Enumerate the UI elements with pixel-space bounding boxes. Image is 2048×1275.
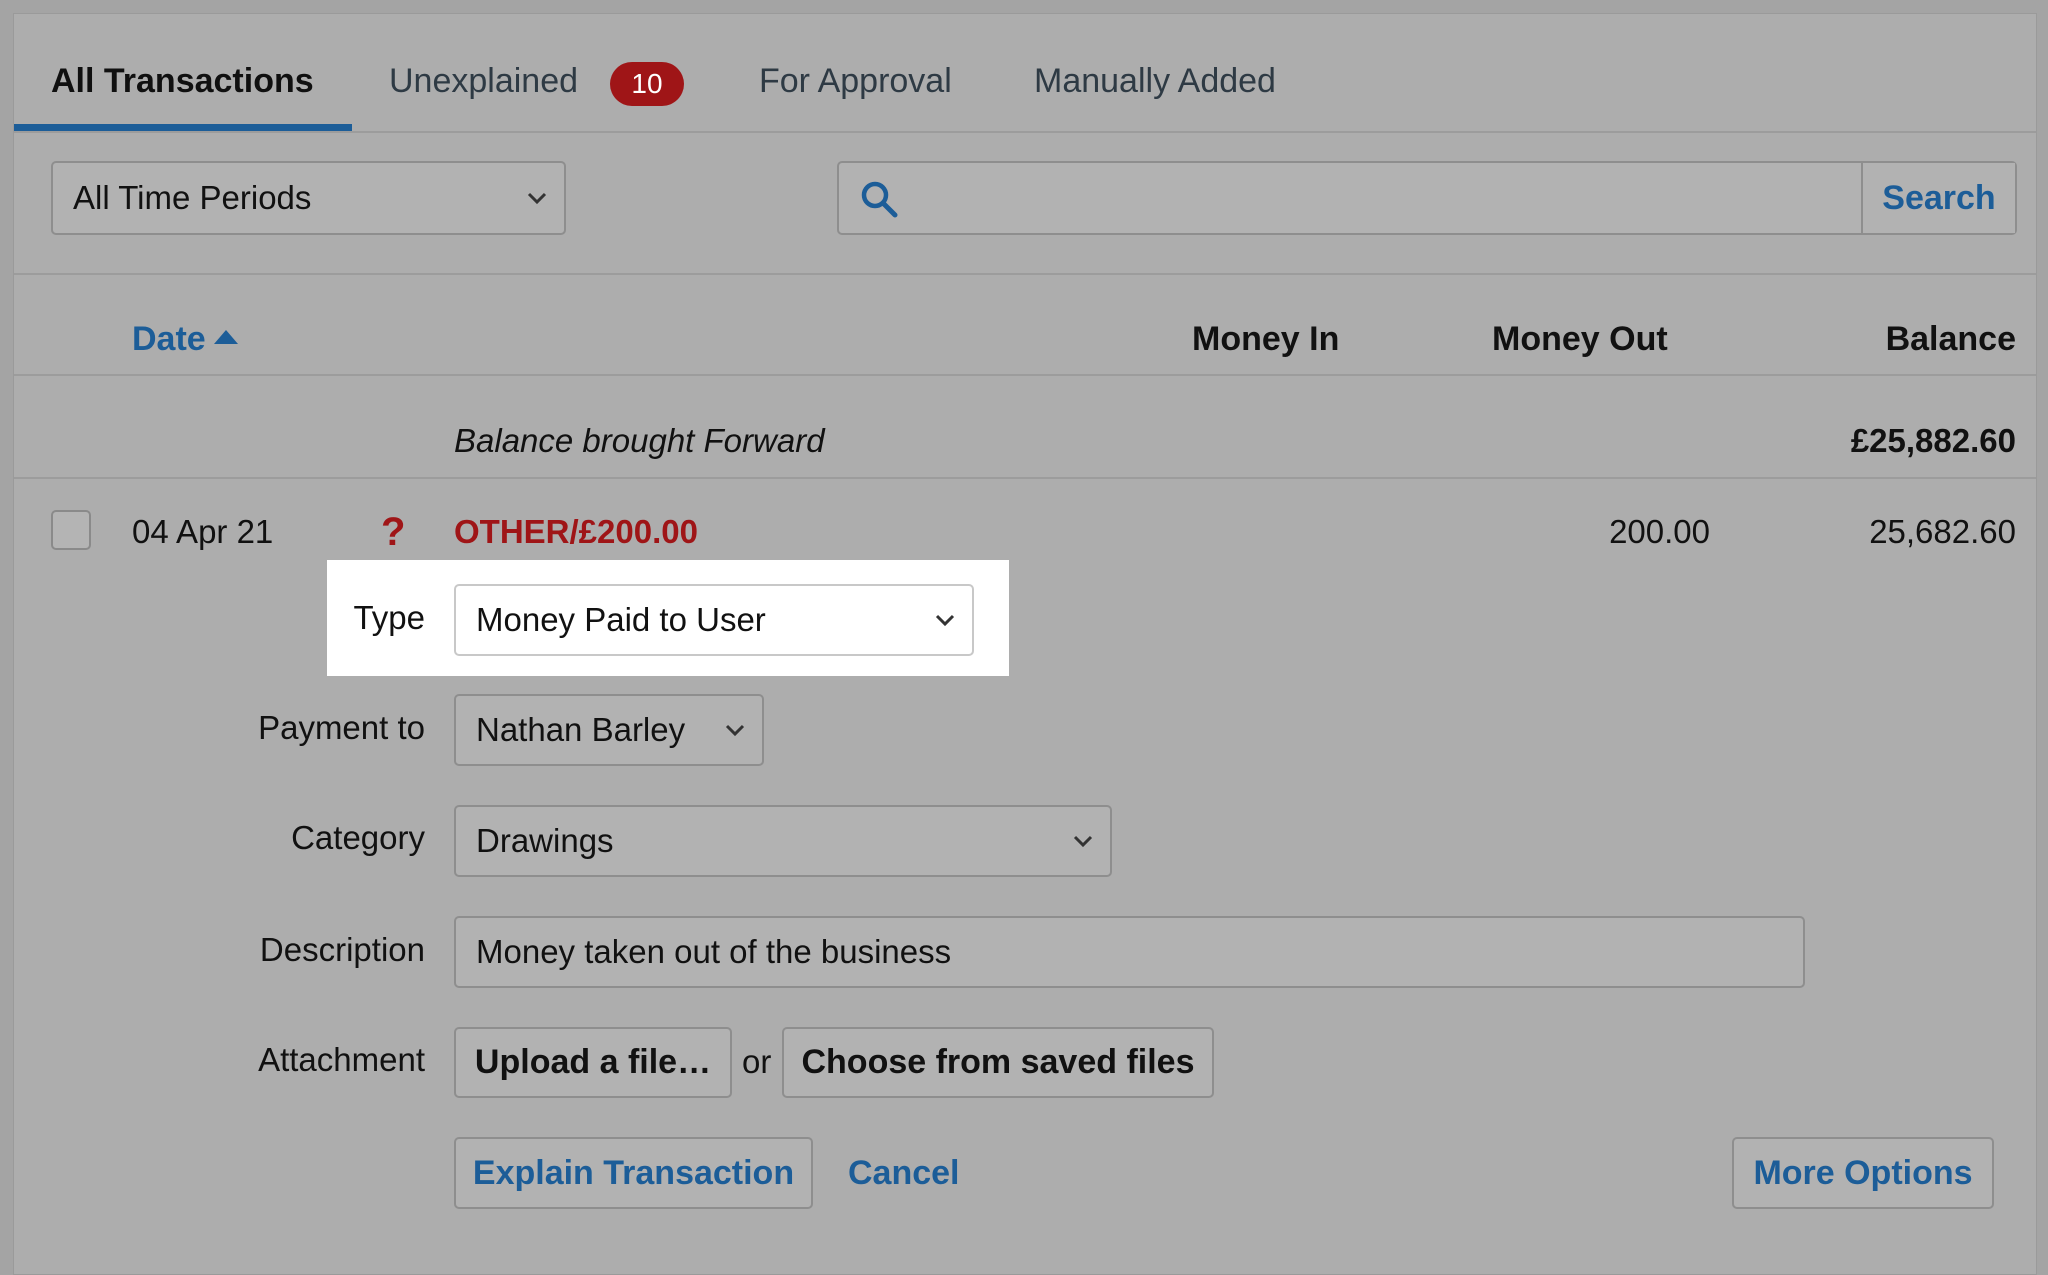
chevron-down-icon (1073, 835, 1093, 848)
money-in-column-header: Money In (1192, 320, 1340, 358)
category-label: Category (291, 819, 425, 856)
search-button[interactable]: Search (1861, 163, 2015, 233)
transaction-money-out: 200.00 (1609, 513, 1710, 550)
filter-divider (14, 273, 2036, 275)
tab-all-transactions[interactable]: All Transactions (51, 62, 314, 101)
date-column-header[interactable]: Date (132, 320, 206, 359)
choose-saved-files-button[interactable]: Choose from saved files (782, 1027, 1214, 1098)
cancel-link[interactable]: Cancel (848, 1154, 960, 1193)
type-value: Money Paid to User (476, 601, 766, 638)
transaction-description[interactable]: OTHER/£200.00 (454, 513, 698, 551)
more-options-button[interactable]: More Options (1732, 1137, 1994, 1209)
chevron-down-icon (527, 192, 547, 205)
header-divider (14, 374, 2036, 376)
active-tab-indicator (14, 124, 352, 131)
time-period-select[interactable]: All Time Periods (51, 161, 566, 235)
chevron-down-icon (935, 614, 955, 627)
description-value: Money taken out of the business (476, 933, 952, 970)
tabs-divider (14, 131, 2036, 133)
payment-to-value: Nathan Barley (476, 711, 686, 748)
category-select[interactable]: Drawings (454, 805, 1112, 877)
row-select-checkbox[interactable] (51, 510, 91, 550)
type-select[interactable]: Money Paid to User (454, 584, 974, 656)
balance-column-header: Balance (1885, 320, 2016, 358)
payment-to-select[interactable]: Nathan Barley (454, 694, 764, 766)
category-value: Drawings (476, 822, 614, 859)
explain-transaction-button[interactable]: Explain Transaction (454, 1137, 813, 1209)
search-icon (861, 181, 898, 218)
transaction-date: 04 Apr 21 (132, 513, 274, 550)
search-box: Search (837, 161, 2017, 235)
description-input[interactable]: Money taken out of the business (454, 916, 1805, 988)
question-mark-icon: ? (381, 510, 406, 554)
sort-ascending-icon (214, 330, 238, 344)
payment-to-label: Payment to (258, 709, 425, 746)
or-text: or (742, 1043, 772, 1080)
description-label: Description (259, 931, 425, 968)
time-period-value: All Time Periods (73, 179, 312, 216)
tab-manually-added[interactable]: Manually Added (1034, 62, 1276, 101)
brought-forward-label: Balance brought Forward (454, 422, 825, 459)
money-out-column-header: Money Out (1492, 320, 1668, 358)
transactions-panel: All Transactions Unexplained 10 For Appr… (13, 13, 2037, 1275)
unexplained-count-badge: 10 (610, 62, 684, 106)
search-input[interactable] (919, 169, 1823, 229)
upload-file-button[interactable]: Upload a file… (454, 1027, 732, 1098)
tab-unexplained[interactable]: Unexplained (389, 62, 578, 101)
brought-forward-balance: £25,882.60 (1850, 422, 2016, 459)
tab-for-approval[interactable]: For Approval (759, 62, 952, 101)
attachment-label: Attachment (258, 1041, 425, 1078)
transaction-balance: 25,682.60 (1869, 513, 2016, 550)
row-divider (14, 477, 2036, 479)
type-label: Type (353, 599, 425, 636)
chevron-down-icon (725, 724, 745, 737)
